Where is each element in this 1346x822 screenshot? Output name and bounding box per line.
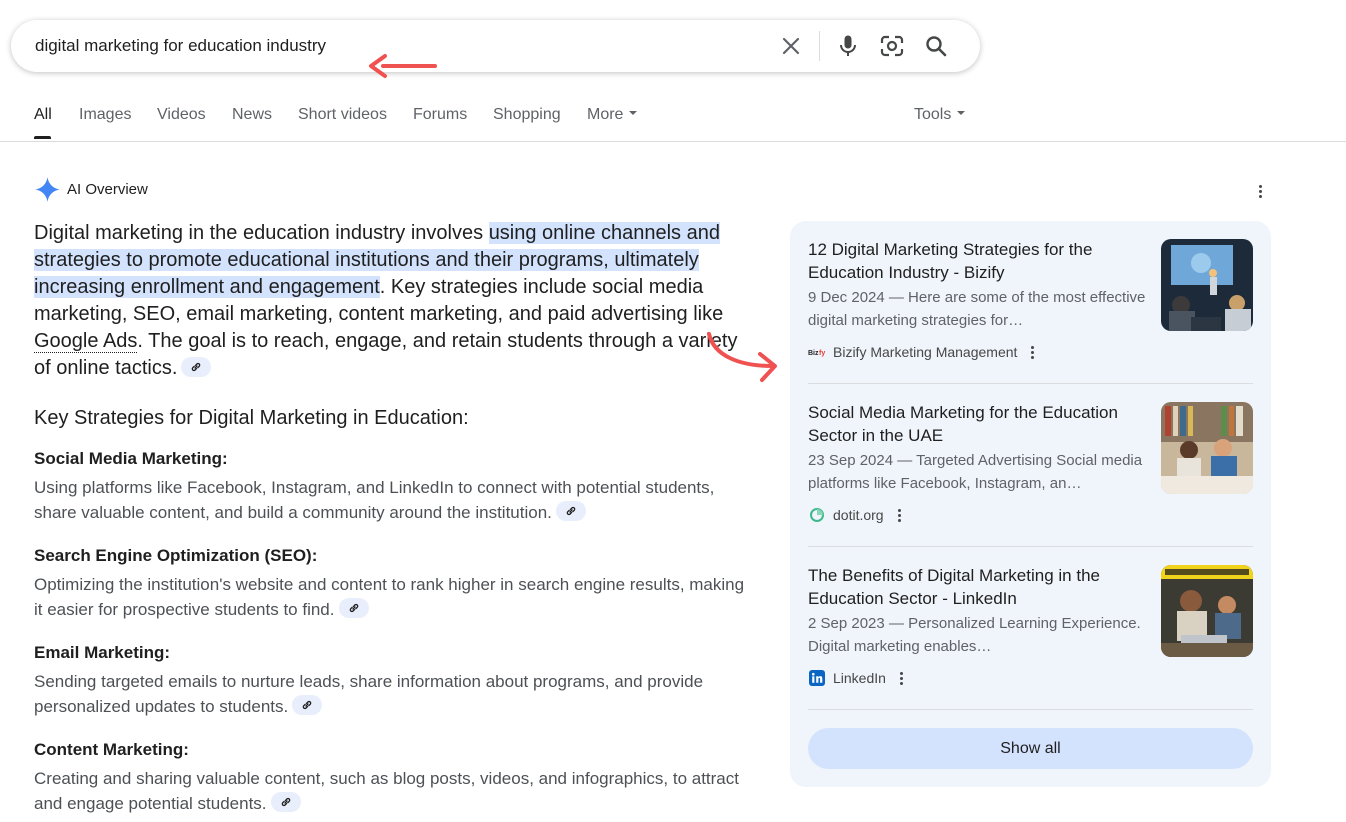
lens-camera-icon[interactable] (870, 20, 914, 72)
ai-overview-label: AI Overview (67, 181, 148, 198)
strategy-title: Email Marketing: (34, 643, 171, 662)
source-name: LinkedIn (833, 670, 886, 686)
strategy-description: Creating and sharing valuable content, s… (34, 767, 754, 816)
sources-panel: 12 Digital Marketing Strategies for the … (790, 221, 1271, 787)
source-attribution: Biz fy Bizify Marketing Management (808, 343, 1035, 361)
strategy-item: Content Marketing: Creating and sharing … (34, 739, 754, 816)
strategy-description: Optimizing the institution's website and… (34, 573, 754, 622)
source-title[interactable]: Social Media Marketing for the Education… (808, 401, 1143, 447)
tab-all[interactable]: All (34, 106, 52, 124)
strategy-item: Search Engine Optimization (SEO): Optimi… (34, 545, 754, 622)
divider (808, 709, 1253, 710)
strategy-title: Social Media Marketing: (34, 449, 228, 468)
tab-forums[interactable]: Forums (413, 106, 467, 124)
tab-videos[interactable]: Videos (157, 106, 206, 124)
search-divider (819, 31, 820, 61)
strategies-heading: Key Strategies for Digital Marketing in … (34, 407, 469, 429)
source-more-icon[interactable] (1031, 345, 1035, 360)
svg-text:fy: fy (819, 350, 825, 357)
dotit-favicon-icon (808, 506, 826, 524)
source-snippet: 23 Sep 2024 — Targeted Advertising Socia… (808, 452, 1143, 492)
search-bar[interactable]: digital marketing for education industry (11, 20, 980, 78)
citation-link-icon[interactable] (292, 695, 323, 716)
source-name: dotit.org (833, 507, 884, 523)
strategy-item: Social Media Marketing: Using platforms … (34, 448, 754, 525)
source-more-icon[interactable] (899, 671, 903, 686)
linkedin-favicon-icon (808, 669, 826, 687)
search-tabs: All Images Videos News Short videos Foru… (0, 96, 1346, 142)
summary-text: . The goal is to reach, engage, and reta… (34, 330, 738, 379)
strategy-description-text: Using platforms like Facebook, Instagram… (34, 478, 715, 522)
citation-link-icon[interactable] (270, 792, 301, 813)
tab-images[interactable]: Images (79, 106, 131, 124)
svg-text:Biz: Biz (808, 350, 819, 357)
tab-shopping[interactable]: Shopping (493, 106, 561, 124)
ai-overview-summary: Digital marketing in the education indus… (34, 220, 744, 382)
bizify-favicon-icon: Biz fy (808, 343, 826, 361)
source-card[interactable]: Social Media Marketing for the Education… (808, 384, 1253, 547)
annotation-curved-arrow (707, 332, 777, 382)
citation-link-icon[interactable] (555, 501, 586, 522)
source-title[interactable]: 12 Digital Marketing Strategies for the … (808, 238, 1143, 284)
tab-more[interactable]: More (587, 106, 638, 124)
strategy-title: Content Marketing: (34, 740, 189, 759)
microphone-icon[interactable] (826, 20, 870, 72)
summary-text: Digital marketing in the education indus… (34, 222, 489, 244)
source-snippet: 9 Dec 2024 — Here are some of the most e… (808, 289, 1146, 329)
source-more-icon[interactable] (897, 508, 901, 523)
source-attribution: LinkedIn (808, 669, 903, 687)
citation-link-icon[interactable] (338, 598, 369, 619)
citation-link-icon[interactable] (181, 356, 212, 377)
annotation-arrow (369, 54, 437, 78)
strategy-description-text: Sending targeted emails to nurture leads… (34, 672, 704, 716)
google-ads-link[interactable]: Google Ads (34, 330, 138, 353)
source-thumbnail[interactable] (1161, 402, 1253, 494)
source-card[interactable]: 12 Digital Marketing Strategies for the … (808, 221, 1253, 384)
strategy-description: Sending targeted emails to nurture leads… (34, 670, 754, 719)
source-card[interactable]: The Benefits of Digital Marketing in the… (808, 547, 1253, 710)
source-title[interactable]: The Benefits of Digital Marketing in the… (808, 564, 1143, 610)
chevron-down-icon (629, 110, 638, 115)
search-input[interactable]: digital marketing for education industry (35, 36, 326, 56)
source-thumbnail[interactable] (1161, 239, 1253, 331)
source-attribution: dotit.org (808, 506, 901, 524)
show-all-button[interactable]: Show all (808, 728, 1253, 769)
ai-overview-more-icon[interactable] (1250, 181, 1270, 201)
strategy-description-text: Creating and sharing valuable content, s… (34, 769, 739, 813)
ai-overview-header: AI Overview (34, 176, 148, 203)
chevron-down-icon (957, 110, 966, 115)
gemini-sparkle-icon (35, 177, 60, 202)
clear-icon[interactable] (769, 20, 813, 72)
source-name: Bizify Marketing Management (833, 344, 1018, 360)
tab-short-videos[interactable]: Short videos (298, 106, 387, 124)
strategy-item: Email Marketing: Sending targeted emails… (34, 642, 754, 719)
tools-label: Tools (914, 106, 952, 123)
search-icon[interactable] (914, 20, 958, 72)
active-tab-indicator (34, 136, 51, 139)
strategy-description: Using platforms like Facebook, Instagram… (34, 476, 754, 525)
tab-news[interactable]: News (232, 106, 272, 124)
strategy-description-text: Optimizing the institution's website and… (34, 575, 745, 619)
source-snippet: 2 Sep 2023 — Personalized Learning Exper… (808, 615, 1141, 655)
source-thumbnail[interactable] (1161, 565, 1253, 657)
strategy-title: Search Engine Optimization (SEO): (34, 546, 318, 565)
tools-button[interactable]: Tools (914, 106, 966, 124)
tab-more-label: More (587, 106, 624, 123)
